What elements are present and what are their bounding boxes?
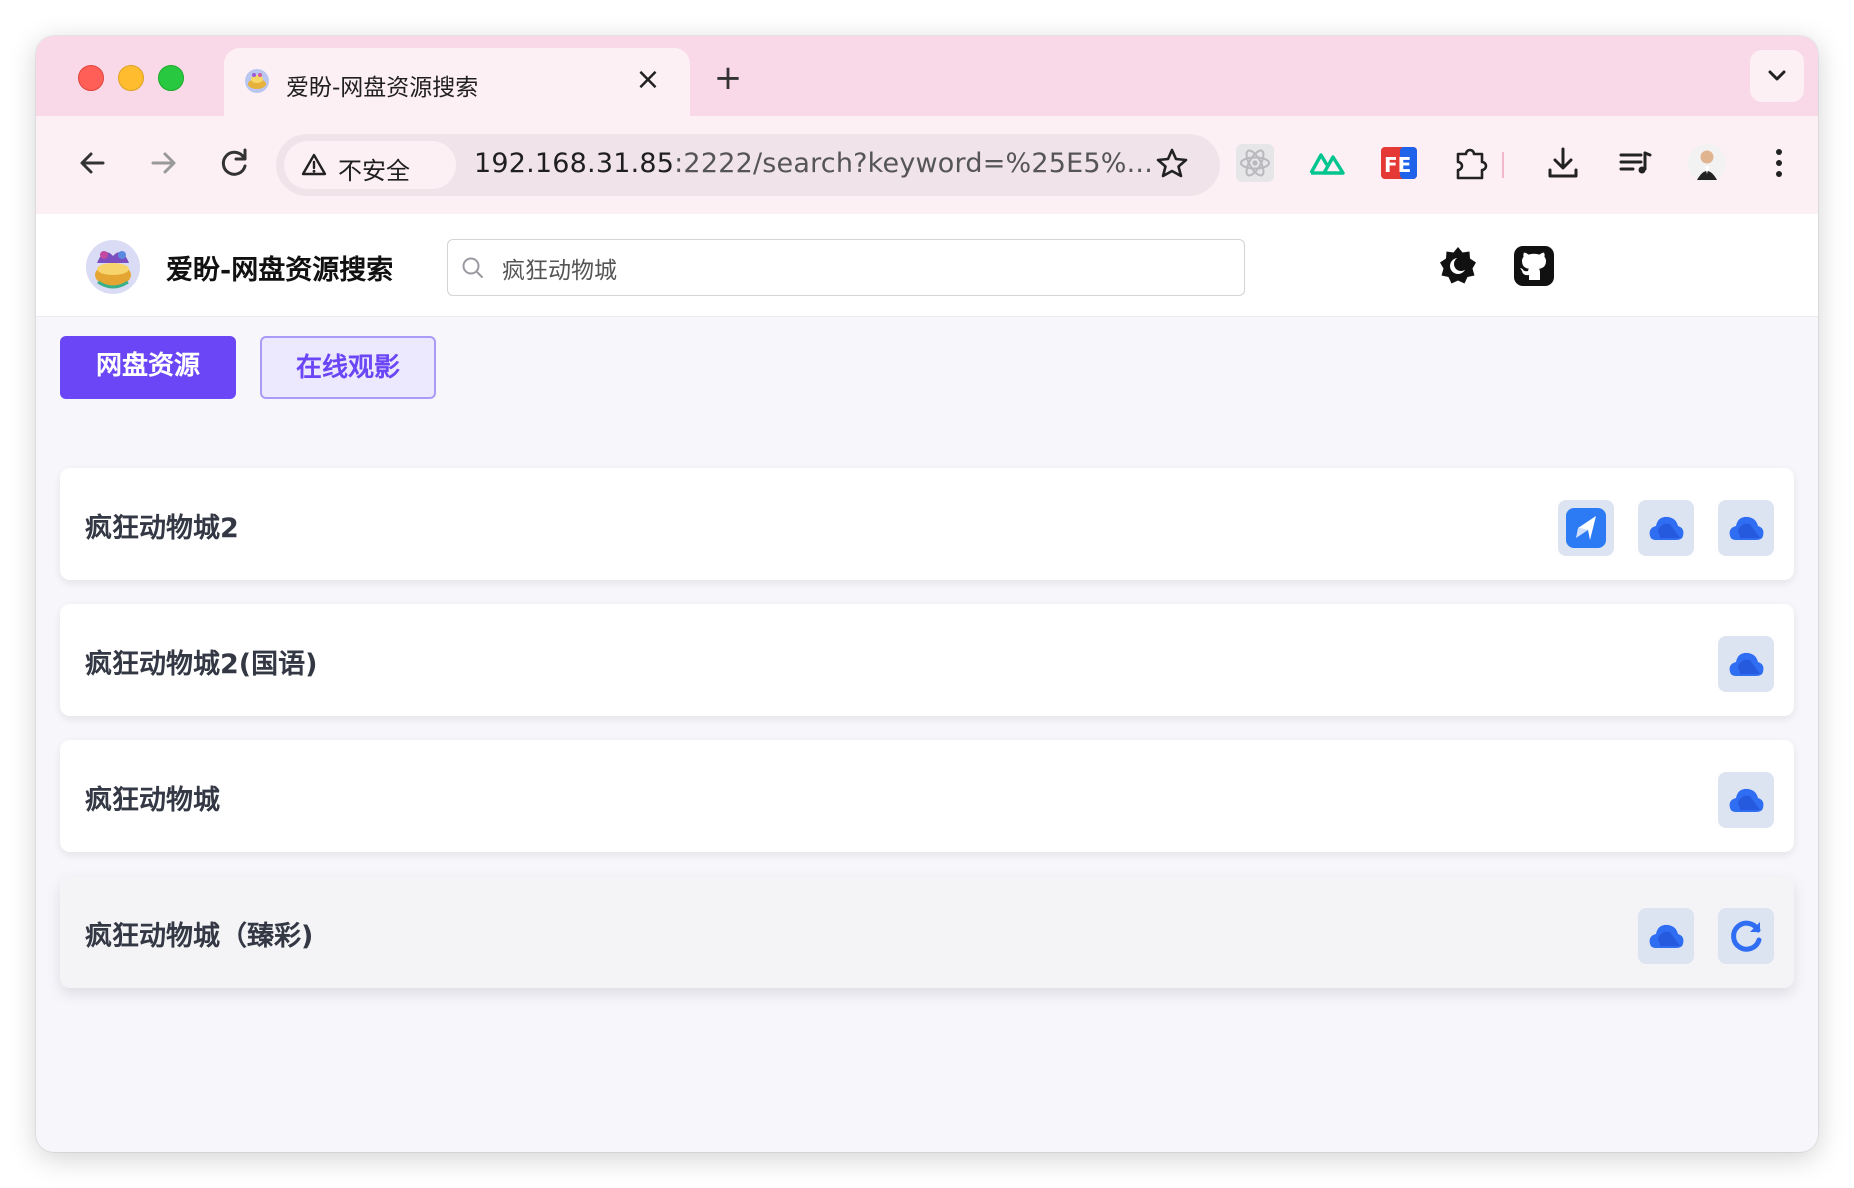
media-queue-icon[interactable] — [1614, 142, 1656, 184]
download-icon[interactable] — [1542, 142, 1584, 184]
nuxt-devtools-icon[interactable] — [1306, 142, 1348, 184]
forward-arrow-icon[interactable] — [140, 140, 186, 186]
result-title: 疯狂动物城（臻彩) — [85, 921, 314, 952]
bookmark-star-icon[interactable] — [1152, 144, 1192, 184]
warning-triangle-icon — [301, 153, 327, 176]
result-card[interactable]: 疯狂动物城（臻彩) — [60, 876, 1794, 988]
maximize-window-button[interactable] — [158, 65, 184, 91]
minimize-window-button[interactable] — [118, 65, 144, 91]
result-title: 疯狂动物城2 — [85, 513, 239, 544]
result-card[interactable]: 疯狂动物城2(国语) — [60, 604, 1794, 716]
cloud-drive-icon[interactable] — [1718, 772, 1774, 828]
cloud-drive-icon[interactable] — [1638, 500, 1694, 556]
search-bar[interactable] — [447, 239, 1245, 296]
address-bar[interactable]: 不安全 192.168.31.85:2222/search?keyword=%2… — [276, 134, 1220, 196]
tab-netdisk-resources[interactable]: 网盘资源 — [60, 336, 236, 399]
tab-online-viewing[interactable]: 在线观影 — [260, 336, 436, 399]
new-tab-button[interactable]: + — [708, 58, 748, 98]
browser-toolbar: 不安全 192.168.31.85:2222/search?keyword=%2… — [36, 116, 1818, 215]
github-icon[interactable] — [1510, 242, 1558, 290]
result-title: 疯狂动物城 — [85, 785, 220, 816]
cloud-drive-icon[interactable] — [1718, 636, 1774, 692]
svg-text:FE: FE — [1384, 153, 1411, 177]
quark-drive-icon[interactable] — [1558, 500, 1614, 556]
site-header: 爱盼-网盘资源搜索 — [36, 214, 1818, 317]
browser-menu-icon[interactable] — [1758, 142, 1800, 184]
close-window-button[interactable] — [78, 65, 104, 91]
result-card[interactable]: 疯狂动物城 — [60, 740, 1794, 852]
browser-tab-active[interactable]: 爱盼-网盘资源搜索 × — [224, 48, 690, 116]
tab-search-button[interactable] — [1750, 50, 1804, 102]
fe-helper-icon[interactable]: FE — [1378, 142, 1420, 184]
cloud-drive-icon[interactable] — [1638, 908, 1694, 964]
url-path: :2222/search?keyword=%25E5%... — [674, 148, 1153, 179]
result-card[interactable]: 疯狂动物城2 — [60, 468, 1794, 580]
back-arrow-icon[interactable] — [70, 140, 116, 186]
security-label: 不安全 — [338, 157, 410, 185]
chevron-down-icon — [1768, 70, 1786, 81]
site-favicon-icon — [245, 69, 269, 93]
cloud-drive-icon[interactable] — [1718, 500, 1774, 556]
site-title[interactable]: 爱盼-网盘资源搜索 — [166, 248, 393, 287]
react-devtools-icon[interactable] — [1234, 142, 1276, 184]
browser-window: 爱盼-网盘资源搜索 × + 不安全 192.168.31.85:2222/sea… — [36, 36, 1818, 1152]
security-indicator[interactable]: 不安全 — [284, 141, 456, 189]
toolbar-divider — [1502, 152, 1504, 178]
tab-strip: 爱盼-网盘资源搜索 × + — [36, 36, 1818, 116]
reload-icon[interactable] — [212, 140, 258, 186]
url-host: 192.168.31.85 — [474, 148, 675, 179]
theme-toggle-icon[interactable] — [1434, 242, 1482, 290]
extensions-puzzle-icon[interactable] — [1450, 142, 1492, 184]
search-input[interactable] — [500, 248, 1224, 288]
refresh-drive-icon[interactable] — [1718, 908, 1774, 964]
tab-close-icon[interactable]: × — [630, 62, 666, 98]
url-text[interactable]: 192.168.31.85:2222/search?keyword=%25E5%… — [474, 148, 1153, 179]
profile-avatar-icon[interactable] — [1686, 142, 1728, 184]
tab-title: 爱盼-网盘资源搜索 — [286, 75, 479, 101]
result-title: 疯狂动物城2(国语) — [85, 649, 318, 680]
search-icon — [462, 257, 483, 278]
site-logo[interactable] — [84, 238, 142, 296]
